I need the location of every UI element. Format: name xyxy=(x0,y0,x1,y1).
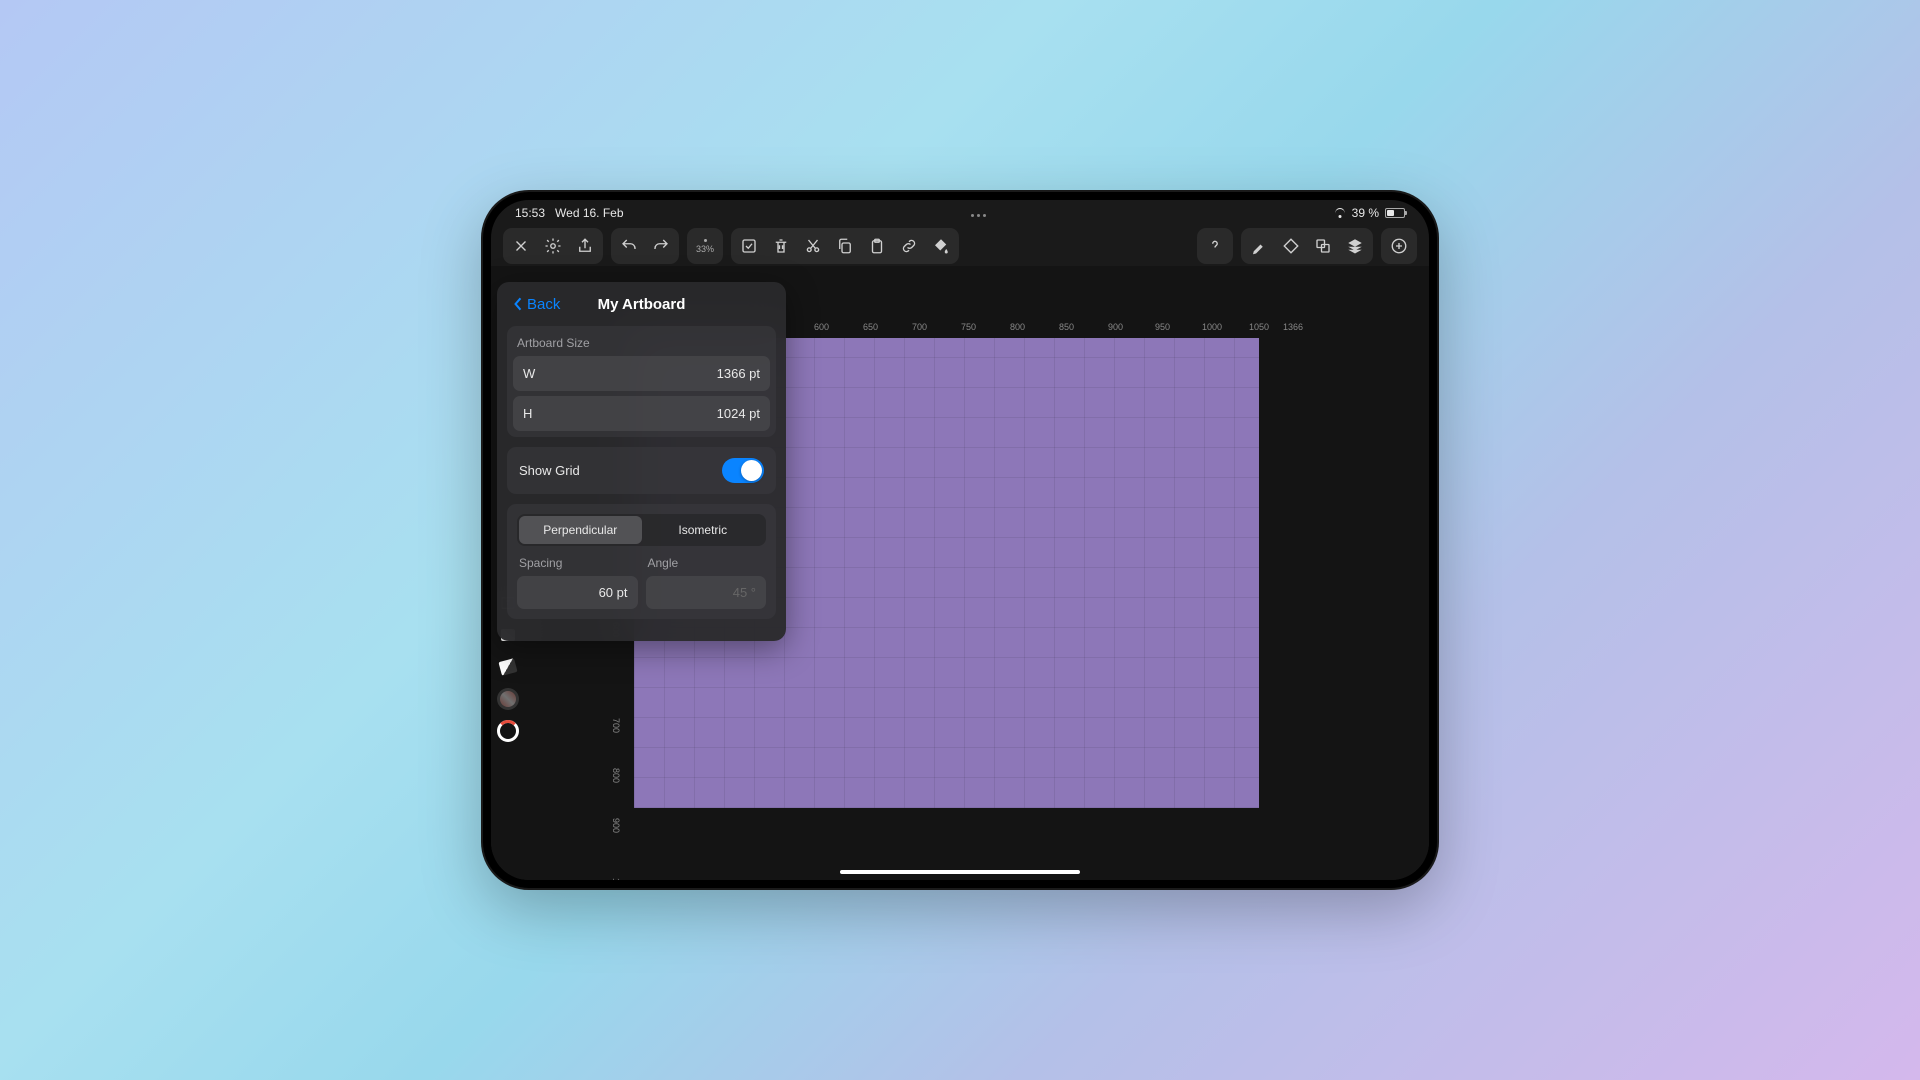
cut-button[interactable] xyxy=(797,230,829,262)
settings-gear-icon[interactable] xyxy=(537,230,569,262)
multitask-dots-icon[interactable] xyxy=(624,210,1334,217)
show-grid-toggle[interactable] xyxy=(722,458,764,483)
popover-title: My Artboard xyxy=(598,296,686,313)
paste-button[interactable] xyxy=(861,230,893,262)
trash-button[interactable] xyxy=(765,230,797,262)
wifi-icon xyxy=(1334,209,1346,218)
redo-button[interactable] xyxy=(645,230,677,262)
angle-label: Angle xyxy=(646,556,767,570)
status-time: 15:53 xyxy=(515,206,545,220)
select-all-button[interactable] xyxy=(733,230,765,262)
combine-icon[interactable] xyxy=(1307,230,1339,262)
show-grid-label: Show Grid xyxy=(519,463,722,478)
fill-color-swatch[interactable] xyxy=(497,688,519,710)
copy-button[interactable] xyxy=(829,230,861,262)
spacing-field[interactable]: 60 pt xyxy=(517,576,638,609)
home-indicator[interactable] xyxy=(840,870,1080,874)
help-button[interactable] xyxy=(1199,230,1231,262)
canvas-area[interactable]: 600 650 700 750 800 850 900 950 1000 105… xyxy=(491,266,1429,880)
top-toolbar: 33% xyxy=(491,226,1429,266)
width-field[interactable]: W 1366 pt xyxy=(513,356,770,391)
status-bar: 15:53 Wed 16. Feb 39 % xyxy=(491,200,1429,226)
zoom-level[interactable]: 33% xyxy=(689,230,721,262)
eraser-tool-icon[interactable] xyxy=(497,656,519,678)
screen: 15:53 Wed 16. Feb 39 % 33% xyxy=(491,200,1429,880)
magic-wand-icon[interactable] xyxy=(1243,230,1275,262)
chevron-left-icon xyxy=(511,295,525,313)
spacing-label: Spacing xyxy=(517,556,638,570)
grid-type-segmented[interactable]: Perpendicular Isometric xyxy=(517,514,766,546)
back-button[interactable]: Back xyxy=(511,295,560,313)
height-field[interactable]: H 1024 pt xyxy=(513,396,770,431)
artboard-settings-popover: Back My Artboard Artboard Size W 1366 pt… xyxy=(497,282,786,641)
share-button[interactable] xyxy=(569,230,601,262)
battery-icon xyxy=(1385,208,1405,218)
layers-button[interactable] xyxy=(1339,230,1371,262)
stroke-color-swatch[interactable] xyxy=(497,720,519,742)
grid-type-perpendicular[interactable]: Perpendicular xyxy=(519,516,642,544)
undo-button[interactable] xyxy=(613,230,645,262)
paint-bucket-icon[interactable] xyxy=(925,230,957,262)
status-date: Wed 16. Feb xyxy=(555,206,623,220)
link-button[interactable] xyxy=(893,230,925,262)
angle-field: 45 ° xyxy=(646,576,767,609)
battery-percent: 39 % xyxy=(1352,206,1379,220)
artboard-size-label: Artboard Size xyxy=(507,326,776,356)
grid-type-isometric[interactable]: Isometric xyxy=(642,516,765,544)
tablet-frame: 15:53 Wed 16. Feb 39 % 33% xyxy=(481,190,1439,890)
close-button[interactable] xyxy=(505,230,537,262)
add-button[interactable] xyxy=(1383,230,1415,262)
shape-tool-icon[interactable] xyxy=(1275,230,1307,262)
